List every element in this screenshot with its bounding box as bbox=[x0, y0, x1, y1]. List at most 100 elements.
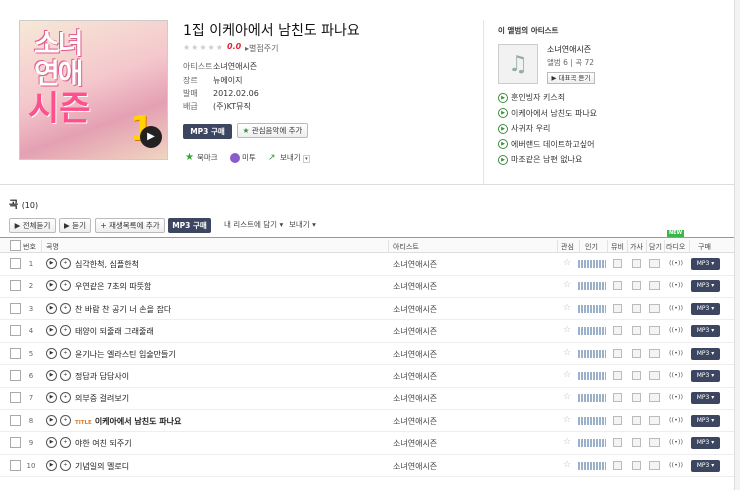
add-favorite-button[interactable]: ★ 관심음악에 추가 bbox=[237, 123, 308, 138]
add-icon[interactable]: + bbox=[60, 325, 71, 337]
rep-songs-button[interactable]: ▶ 대표곡 듣기 bbox=[547, 72, 595, 84]
table-row[interactable]: 3 ▶ + 찬 바람 찬 공기 너 손을 잡다 소녀연애시즌 ☆ ((•)) MP3 ▾ bbox=[0, 298, 740, 321]
add-icon[interactable]: + bbox=[60, 459, 71, 471]
save-folder-icon[interactable] bbox=[649, 438, 660, 448]
save-folder-icon[interactable] bbox=[649, 415, 660, 425]
row-checkbox[interactable] bbox=[10, 459, 21, 471]
play-circle-icon[interactable]: ▶ bbox=[498, 154, 508, 165]
artist-song-item[interactable]: ▶ 에버랜드 데이트하고싶어 bbox=[498, 139, 597, 155]
row-checkbox[interactable] bbox=[10, 302, 21, 314]
radio-icon[interactable]: ((•)) bbox=[669, 349, 683, 357]
artist-song-item[interactable]: ▶ 마조같은 남편 없나요 bbox=[498, 154, 597, 170]
mp3-buy-button[interactable]: MP3 ▾ bbox=[691, 414, 720, 427]
video-icon[interactable] bbox=[613, 281, 622, 291]
video-icon[interactable] bbox=[613, 393, 622, 403]
rate-link[interactable]: ▸별점주기 bbox=[245, 43, 278, 54]
song-title[interactable]: 야한 여친 되주기 bbox=[75, 438, 132, 449]
bookmark-button[interactable]: ★ 북마크 bbox=[185, 152, 218, 163]
lyrics-icon[interactable] bbox=[632, 460, 641, 470]
table-row[interactable]: 5 ▶ + 윤기나는 엘라스틴 입술만들기 소녀연애시즌 ☆ ((•)) MP3 ▾ bbox=[0, 343, 740, 366]
play-icon[interactable]: ▶ bbox=[46, 437, 57, 449]
row-checkbox[interactable] bbox=[10, 347, 21, 359]
table-row[interactable]: 9 ▶ + 야한 여친 되주기 소녀연애시즌 ☆ ((•)) MP3 ▾ bbox=[0, 432, 740, 455]
radio-icon[interactable]: ((•)) bbox=[669, 461, 683, 469]
lyrics-icon[interactable] bbox=[632, 303, 641, 313]
page-scrollbar[interactable] bbox=[734, 0, 740, 490]
song-artist[interactable]: 소녀연애시즌 bbox=[393, 393, 437, 404]
save-folder-icon[interactable] bbox=[649, 393, 660, 403]
song-artist[interactable]: 소녀연애시즌 bbox=[393, 326, 437, 337]
song-artist[interactable]: 소녀연애시즌 bbox=[393, 304, 437, 315]
save-folder-icon[interactable] bbox=[649, 326, 660, 336]
artist-link[interactable]: 소녀연애시즌 bbox=[213, 62, 257, 71]
buy-mp3-button[interactable]: MP3 구매 bbox=[183, 124, 232, 139]
table-row[interactable]: 6 ▶ + 정답과 답답사이 소녀연애시즌 ☆ ((•)) MP3 ▾ bbox=[0, 365, 740, 388]
song-title[interactable]: 의부증 걸려보기 bbox=[75, 393, 129, 404]
song-title[interactable]: TITLE 이케아에서 남친도 파나요 bbox=[75, 416, 181, 427]
row-checkbox[interactable] bbox=[10, 325, 21, 337]
table-row[interactable]: 7 ▶ + 의부증 걸려보기 소녀연애시즌 ☆ ((•)) MP3 ▾ bbox=[0, 387, 740, 410]
lyrics-icon[interactable] bbox=[632, 259, 641, 268]
artist-song-item[interactable]: ▶ 이케아에서 남친도 파나요 bbox=[498, 108, 597, 124]
add-icon[interactable]: + bbox=[60, 437, 71, 449]
song-title[interactable]: 심각한척, 심플한척 bbox=[75, 259, 139, 270]
song-artist[interactable]: 소녀연애시즌 bbox=[393, 349, 437, 360]
video-icon[interactable] bbox=[613, 303, 622, 313]
video-icon[interactable] bbox=[613, 460, 622, 470]
play-circle-icon[interactable]: ▶ bbox=[498, 92, 508, 103]
lyrics-icon[interactable] bbox=[632, 348, 641, 358]
select-all-checkbox[interactable] bbox=[10, 240, 21, 251]
play-icon[interactable]: ▶ bbox=[46, 392, 57, 404]
artist-song-item[interactable]: ▶ 훈인빙자 키스죄 bbox=[498, 92, 597, 108]
video-icon[interactable] bbox=[613, 371, 622, 380]
send-button[interactable]: ↗ 보내기 ▾ bbox=[268, 152, 310, 163]
add-icon[interactable]: + bbox=[60, 280, 71, 292]
play-circle-icon[interactable]: ▶ bbox=[498, 123, 508, 134]
favorite-star-icon[interactable]: ☆ bbox=[563, 280, 571, 290]
favorite-star-icon[interactable]: ☆ bbox=[563, 303, 571, 313]
mp3-buy-button[interactable]: MP3 ▾ bbox=[691, 347, 720, 360]
radio-icon[interactable]: ((•)) bbox=[669, 416, 683, 424]
play-circle-icon[interactable]: ▶ bbox=[498, 139, 508, 149]
save-folder-icon[interactable] bbox=[649, 348, 660, 358]
video-icon[interactable] bbox=[613, 259, 622, 268]
song-artist[interactable]: 소녀연애시즌 bbox=[393, 281, 437, 292]
play-circle-icon[interactable]: ▶ bbox=[498, 108, 508, 118]
song-title[interactable]: 윤기나는 엘라스틴 입술만들기 bbox=[75, 349, 176, 360]
table-row[interactable]: 8 ▶ + TITLE 이케아에서 남친도 파나요 소녀연애시즌 ☆ ((•)) MP3 ▾ bbox=[0, 410, 740, 433]
play-icon[interactable]: ▶ bbox=[46, 459, 57, 471]
song-title[interactable]: 정답과 답답사이 bbox=[75, 371, 129, 382]
radio-icon[interactable]: ((•)) bbox=[669, 438, 683, 446]
lyrics-icon[interactable] bbox=[632, 371, 641, 380]
favorite-star-icon[interactable]: ☆ bbox=[563, 415, 571, 425]
mp3-buy-button[interactable]: MP3 ▾ bbox=[691, 392, 720, 405]
me2day-button[interactable]: 미투 bbox=[230, 152, 256, 163]
radio-icon[interactable]: ((•)) bbox=[669, 304, 683, 312]
lyrics-icon[interactable] bbox=[632, 326, 641, 336]
row-checkbox[interactable] bbox=[10, 370, 21, 381]
play-icon[interactable]: ▶ bbox=[46, 280, 57, 292]
favorite-star-icon[interactable]: ☆ bbox=[563, 437, 571, 447]
row-checkbox[interactable] bbox=[10, 437, 21, 449]
play-all-button[interactable]: ▶ 전체듣기 bbox=[9, 218, 56, 233]
mp3-buy-button[interactable]: MP3 ▾ bbox=[691, 302, 720, 315]
mp3-buy-button[interactable]: MP3 ▾ bbox=[691, 459, 720, 472]
row-checkbox[interactable] bbox=[10, 280, 21, 292]
song-artist[interactable]: 소녀연애시즌 bbox=[393, 371, 437, 382]
radio-icon[interactable]: ((•)) bbox=[669, 281, 683, 289]
add-icon[interactable]: + bbox=[60, 414, 71, 426]
add-icon[interactable]: + bbox=[60, 392, 71, 404]
favorite-star-icon[interactable]: ☆ bbox=[563, 348, 571, 358]
send-dropdown[interactable]: 보내기 ▾ bbox=[289, 219, 316, 230]
song-artist[interactable]: 소녀연애시즌 bbox=[393, 259, 437, 270]
add-my-list-dropdown[interactable]: 내 리스트에 담기 ▾ bbox=[224, 219, 283, 230]
music-note-icon[interactable]: ♫ bbox=[498, 44, 538, 84]
video-icon[interactable] bbox=[613, 415, 622, 425]
song-title[interactable]: 태양이 되줄래 그래줄래 bbox=[75, 326, 154, 337]
favorite-star-icon[interactable]: ☆ bbox=[563, 460, 571, 470]
song-artist[interactable]: 소녀연애시즌 bbox=[393, 461, 437, 472]
add-playlist-button[interactable]: + 재생목록에 추가 bbox=[95, 218, 165, 233]
save-folder-icon[interactable] bbox=[649, 303, 660, 313]
mp3-buy-button[interactable]: MP3 ▾ bbox=[691, 437, 720, 450]
lyrics-icon[interactable] bbox=[632, 415, 641, 425]
